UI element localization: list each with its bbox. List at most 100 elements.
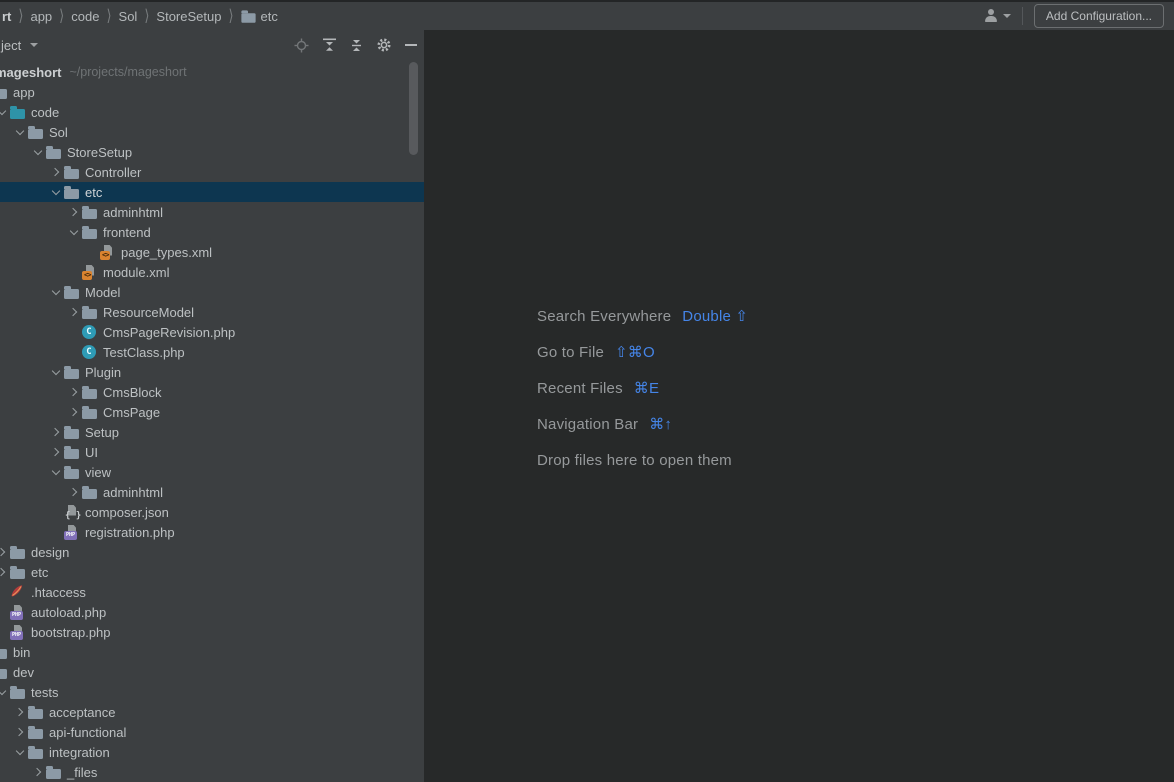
- expand-all-icon[interactable]: [322, 38, 337, 52]
- user-menu[interactable]: [984, 9, 1011, 23]
- tree-row[interactable]: etc: [0, 562, 425, 582]
- chevron-right-icon[interactable]: [51, 168, 59, 176]
- tree-row[interactable]: PHPautoload.php: [0, 602, 425, 622]
- breadcrumb-item[interactable]: etc: [241, 9, 278, 24]
- chevron-right-icon[interactable]: [15, 708, 23, 716]
- breadcrumb-item[interactable]: StoreSetup: [156, 9, 221, 24]
- tree-item-label: _files: [67, 765, 97, 780]
- tree-row[interactable]: CmsBlock: [0, 382, 425, 402]
- add-configuration-button[interactable]: Add Configuration...: [1034, 4, 1164, 28]
- breadcrumb-separator-icon: ⟩: [228, 6, 233, 26]
- chevron-right-icon[interactable]: [69, 208, 77, 216]
- tree-row[interactable]: PHPregistration.php: [0, 522, 425, 542]
- tree-row[interactable]: CCmsPageRevision.php: [0, 322, 425, 342]
- tree-item-icon-slot: [46, 766, 64, 779]
- tree-row[interactable]: Sol: [0, 122, 425, 142]
- tree-row[interactable]: Controller: [0, 162, 425, 182]
- tree-row-content: view: [48, 462, 111, 482]
- chevron-right-icon[interactable]: [0, 568, 5, 576]
- chevron-down-icon[interactable]: [70, 226, 78, 234]
- tree-row-content: app: [0, 82, 35, 102]
- breadcrumb-item[interactable]: code: [71, 9, 99, 24]
- tree-row[interactable]: bin: [0, 642, 425, 662]
- tree-row[interactable]: PHPbootstrap.php: [0, 622, 425, 642]
- tree-row-content: CCmsPageRevision.php: [66, 322, 235, 342]
- tree-row[interactable]: CTestClass.php: [0, 342, 425, 362]
- tree-item-icon-slot: { }: [64, 505, 82, 520]
- tree-row[interactable]: acceptance: [0, 702, 425, 722]
- chevron-down-icon[interactable]: [34, 146, 42, 154]
- chevron-slot: [30, 769, 46, 775]
- chevron-down-icon[interactable]: [52, 186, 60, 194]
- chevron-right-icon[interactable]: [51, 448, 59, 456]
- tree-item-icon-slot: [28, 706, 46, 719]
- tree-item-icon-slot: [82, 226, 100, 239]
- tree-row[interactable]: mageshort~/projects/mageshort: [0, 62, 425, 82]
- project-view-selector[interactable]: ject: [0, 38, 38, 53]
- folder-icon: [64, 189, 79, 199]
- chevron-right-icon[interactable]: [0, 548, 5, 556]
- tree-row[interactable]: code: [0, 102, 425, 122]
- tree-row-content: mageshort~/projects/mageshort: [0, 62, 187, 82]
- chevron-right-icon[interactable]: [33, 768, 41, 776]
- tree-item-icon-slot: C: [82, 345, 100, 359]
- chevron-down-icon[interactable]: [0, 106, 6, 114]
- tree-row-content: ResourceModel: [66, 302, 194, 322]
- chevron-down-icon[interactable]: [52, 366, 60, 374]
- tree-row[interactable]: app: [0, 82, 425, 102]
- chevron-right-icon[interactable]: [69, 308, 77, 316]
- hide-panel-icon[interactable]: [405, 44, 417, 46]
- tree-row[interactable]: tests: [0, 682, 425, 702]
- tree-row[interactable]: StoreSetup: [0, 142, 425, 162]
- tree-row[interactable]: integration: [0, 742, 425, 762]
- collapse-all-icon[interactable]: [350, 39, 363, 52]
- tree-row[interactable]: ResourceModel: [0, 302, 425, 322]
- settings-gear-icon[interactable]: [376, 37, 392, 53]
- tree-row-content: <>page_types.xml: [84, 242, 212, 262]
- chevron-down-icon[interactable]: [16, 126, 24, 134]
- chevron-right-icon[interactable]: [69, 488, 77, 496]
- chevron-down-icon[interactable]: [52, 466, 60, 474]
- tree-row[interactable]: .htaccess: [0, 582, 425, 602]
- tree-row[interactable]: view: [0, 462, 425, 482]
- tree-row[interactable]: Plugin: [0, 362, 425, 382]
- chevron-right-icon[interactable]: [69, 408, 77, 416]
- chevron-slot: [48, 291, 64, 294]
- locate-icon[interactable]: [294, 38, 309, 53]
- tree-item-label: mageshort: [0, 65, 61, 80]
- tree-row[interactable]: api-functional: [0, 722, 425, 742]
- tree-item-label: integration: [49, 745, 110, 760]
- breadcrumb-item[interactable]: app: [30, 9, 52, 24]
- breadcrumb-item[interactable]: rt: [2, 9, 11, 24]
- tree-row[interactable]: adminhtml: [0, 202, 425, 222]
- chevron-down-icon[interactable]: [0, 686, 6, 694]
- json-file-icon: { }: [64, 505, 80, 520]
- tree-row[interactable]: dev: [0, 662, 425, 682]
- chevron-down-icon[interactable]: [16, 746, 24, 754]
- tree-row[interactable]: UI: [0, 442, 425, 462]
- tree-scrollbar[interactable]: [409, 62, 418, 155]
- tree-row[interactable]: frontend: [0, 222, 425, 242]
- tree-row-content: Setup: [48, 422, 119, 442]
- tree-row[interactable]: design: [0, 542, 425, 562]
- tree-row[interactable]: Setup: [0, 422, 425, 442]
- tree-row-content: Controller: [48, 162, 141, 182]
- tree-row[interactable]: <>page_types.xml: [0, 242, 425, 262]
- tree-row[interactable]: <>module.xml: [0, 262, 425, 282]
- tree-row[interactable]: etc: [0, 182, 425, 202]
- tree-row[interactable]: _files: [0, 762, 425, 782]
- chevron-slot: [0, 691, 10, 694]
- chevron-down-icon[interactable]: [52, 286, 60, 294]
- tree-item-icon-slot: PHP: [10, 625, 28, 640]
- chevron-slot: [66, 309, 82, 315]
- chevron-right-icon[interactable]: [15, 728, 23, 736]
- tree-row[interactable]: CmsPage: [0, 402, 425, 422]
- tree-row[interactable]: Model: [0, 282, 425, 302]
- tree-item-label: tests: [31, 685, 58, 700]
- breadcrumb-item[interactable]: Sol: [119, 9, 138, 24]
- chevron-right-icon[interactable]: [51, 428, 59, 436]
- tree-row[interactable]: adminhtml: [0, 482, 425, 502]
- file-type-badge: PHP: [64, 531, 77, 540]
- chevron-right-icon[interactable]: [69, 388, 77, 396]
- tree-row[interactable]: { }composer.json: [0, 502, 425, 522]
